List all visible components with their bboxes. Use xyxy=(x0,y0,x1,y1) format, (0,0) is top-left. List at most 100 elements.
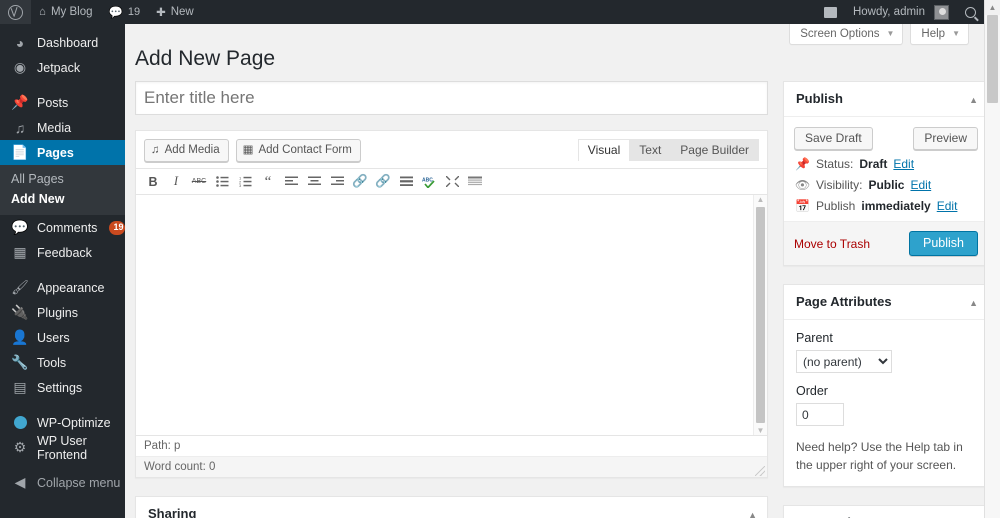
sidebar-item-dashboard[interactable]: ◕ Dashboard xyxy=(0,30,125,55)
form-icon: ▦ xyxy=(242,144,254,157)
sidebar-item-users[interactable]: 👤 Users xyxy=(0,325,125,350)
schedule-row: 📅 Publish immediately Edit xyxy=(794,192,978,213)
chevron-up-icon[interactable]: ▲ xyxy=(969,295,978,311)
publish-box-inside: Save Draft Preview 📌 Status: Draft Edit … xyxy=(784,117,984,221)
strikethrough-icon[interactable]: ABC xyxy=(188,172,210,191)
site-name-menu[interactable]: ⌂ My Blog xyxy=(31,0,101,24)
home-icon: ⌂ xyxy=(39,6,46,18)
sidebar-item-media[interactable]: ♫ Media xyxy=(0,115,125,140)
ordered-list-icon[interactable]: 1 2 3 xyxy=(234,172,256,191)
sidebar-item-label: Dashboard xyxy=(37,35,99,50)
my-account-menu[interactable]: Howdy, admin xyxy=(845,0,957,24)
chevron-up-icon[interactable]: ▲ xyxy=(748,507,757,518)
sidebar-item-label: Jetpack xyxy=(37,60,81,75)
order-label: Order xyxy=(796,384,828,399)
preview-button[interactable]: Preview xyxy=(913,127,978,151)
editor-toolbar: B I ABC 1 2 3 “ 🔗 🔗 ABC xyxy=(136,168,767,196)
editor-resize-handle[interactable] xyxy=(755,466,765,477)
sharing-box-title: Sharing ▲ xyxy=(136,497,767,518)
jetpack-icon: ◉ xyxy=(13,59,27,75)
sidebar-subitem-all-pages[interactable]: All Pages xyxy=(0,169,125,189)
edit-status-link[interactable]: Edit xyxy=(893,157,914,171)
editor-content-area[interactable]: ▲ ▼ xyxy=(136,195,767,436)
align-right-icon[interactable] xyxy=(326,172,348,191)
svg-text:3: 3 xyxy=(239,183,242,187)
chevron-down-icon: ▼ xyxy=(886,29,895,38)
sidebar-item-posts[interactable]: 📌 Posts xyxy=(0,90,125,115)
sidebar-item-pages[interactable]: 📄 Pages xyxy=(0,140,133,165)
sidebar-item-wp-user-frontend[interactable]: ⚙ WP User Frontend xyxy=(0,434,125,462)
sidebar-item-appearance[interactable]: 🖌 Appearance xyxy=(0,275,125,300)
chevron-up-icon[interactable]: ▲ xyxy=(969,92,978,108)
tab-visual[interactable]: Visual xyxy=(577,139,631,162)
sidebar-item-tools[interactable]: 🔧 Tools xyxy=(0,350,125,375)
search-button[interactable] xyxy=(957,0,984,24)
sidebar-item-comments[interactable]: 💬 Comments 19 xyxy=(0,215,125,240)
page-scrollbar-thumb[interactable] xyxy=(987,15,998,103)
scroll-up-icon[interactable]: ▲ xyxy=(985,0,1000,15)
gear-icon: ⚙ xyxy=(13,439,27,455)
fullscreen-icon[interactable] xyxy=(441,172,463,191)
collapse-menu-button[interactable]: ◀ Collapse menu xyxy=(0,470,125,495)
edit-schedule-link[interactable]: Edit xyxy=(937,199,958,213)
sidebar-item-jetpack[interactable]: ◉ Jetpack xyxy=(0,55,125,80)
page-attributes-title: Page Attributes ▲ xyxy=(784,285,984,321)
publish-button[interactable]: Publish xyxy=(909,231,978,257)
page-scrollbar[interactable]: ▲ xyxy=(984,0,1000,518)
spellcheck-icon[interactable]: ABC xyxy=(418,172,440,191)
title-input[interactable] xyxy=(135,81,768,116)
tab-text[interactable]: Text xyxy=(629,139,672,162)
add-media-button[interactable]: ♫ Add Media xyxy=(144,139,229,163)
screen-options-button[interactable]: Screen Options ▼ xyxy=(789,24,904,45)
align-center-icon[interactable] xyxy=(303,172,325,191)
sharing-box: Sharing ▲ xyxy=(135,496,768,518)
view-site-button[interactable] xyxy=(816,0,845,24)
sidebar-item-label: WP-Optimize xyxy=(37,415,111,430)
media-icon: ♫ xyxy=(14,119,26,136)
kitchen-sink-icon[interactable] xyxy=(464,172,486,191)
status-label: Status: xyxy=(816,157,854,172)
editor-mode-tabs: Visual Text Page Builder xyxy=(577,139,759,162)
user-icon: 👤 xyxy=(11,329,29,345)
tab-page-builder[interactable]: Page Builder xyxy=(670,139,759,162)
editor-scrollbar[interactable]: ▲ ▼ xyxy=(753,195,767,436)
scroll-down-icon[interactable]: ▼ xyxy=(757,426,765,435)
screen-icon xyxy=(823,6,837,18)
read-more-icon[interactable] xyxy=(395,172,417,191)
wp-logo-menu[interactable] xyxy=(0,0,31,24)
link-icon[interactable]: 🔗 xyxy=(349,172,371,191)
unordered-list-icon[interactable] xyxy=(211,172,233,191)
comment-bubble-icon: 💬 xyxy=(108,7,123,19)
sidebar-item-plugins[interactable]: 🔌 Plugins xyxy=(0,300,125,325)
publish-actions-top: Save Draft Preview xyxy=(794,127,978,151)
blockquote-icon[interactable]: “ xyxy=(257,172,279,191)
featured-image-title: Featured Image ▲ xyxy=(784,506,984,518)
sidebar-subitem-add-new[interactable]: Add New xyxy=(0,189,125,209)
settings-icon: ▤ xyxy=(13,379,27,395)
add-contact-form-button[interactable]: ▦ Add Contact Form xyxy=(235,139,361,163)
edit-visibility-link[interactable]: Edit xyxy=(910,178,931,192)
editor-scrollbar-thumb[interactable] xyxy=(756,207,765,424)
sidebar-item-wp-optimize[interactable]: WP-Optimize xyxy=(0,410,125,435)
calendar-icon: 📅 xyxy=(795,199,810,214)
sidebar-item-feedback[interactable]: ▦ Feedback xyxy=(0,240,125,265)
sidebar-item-settings[interactable]: ▤ Settings xyxy=(0,375,125,400)
save-draft-button[interactable]: Save Draft xyxy=(794,127,873,151)
check-circle-icon xyxy=(11,414,29,432)
order-input[interactable] xyxy=(796,403,844,427)
help-button[interactable]: Help ▼ xyxy=(910,24,969,45)
wordpress-logo-icon xyxy=(8,4,23,20)
comments-bubble[interactable]: 💬 19 xyxy=(101,0,149,24)
pages-icon: 📄 xyxy=(11,144,29,160)
parent-select[interactable]: (no parent) xyxy=(796,350,892,374)
bold-icon[interactable]: B xyxy=(142,172,164,191)
new-content-menu[interactable]: ✚ New xyxy=(148,0,202,24)
align-left-icon[interactable] xyxy=(280,172,302,191)
content-editor: ♫ Add Media ▦ Add Contact Form Visual Te… xyxy=(135,130,768,479)
unlink-icon[interactable]: 🔗 xyxy=(372,172,394,191)
italic-icon[interactable]: I xyxy=(165,172,187,191)
sidebar-item-label: Users xyxy=(37,330,70,345)
move-to-trash-link[interactable]: Move to Trash xyxy=(794,237,870,251)
pin-icon: 📌 xyxy=(795,157,810,172)
scroll-up-icon[interactable]: ▲ xyxy=(757,195,765,204)
